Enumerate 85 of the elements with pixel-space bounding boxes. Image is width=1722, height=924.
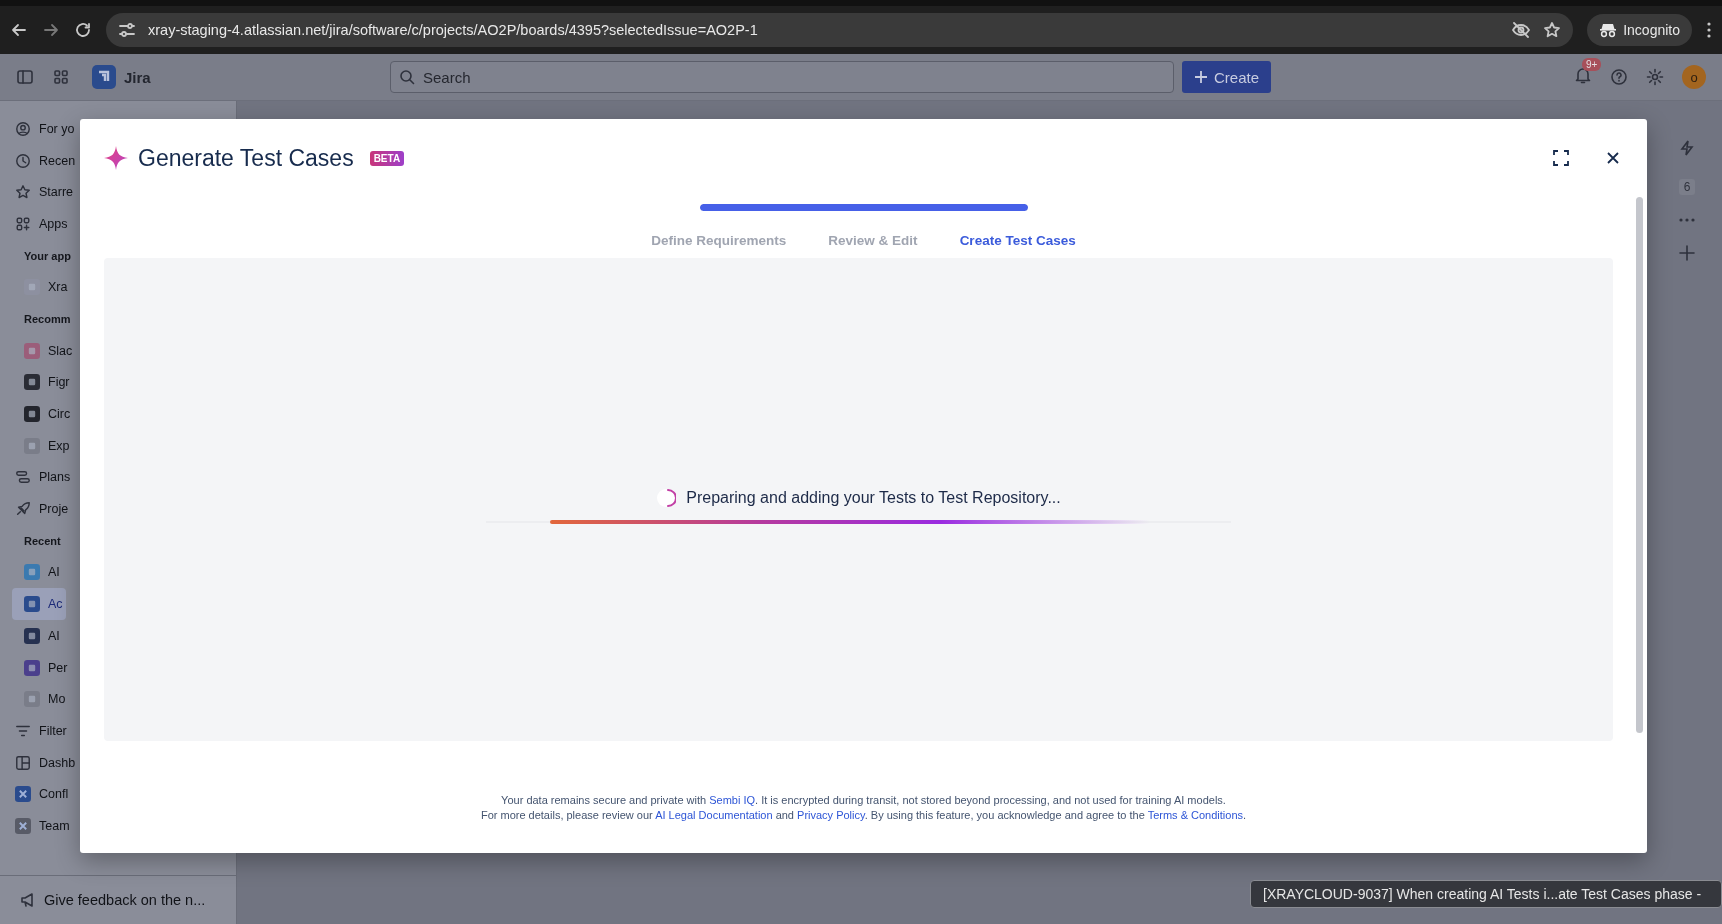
forward-icon[interactable]: [42, 21, 60, 39]
app-logo-icon: [24, 564, 40, 581]
nav-icon: [15, 152, 31, 169]
loading-message: Preparing and adding your Tests to Test Repository...: [686, 488, 1061, 507]
text-link[interactable]: Terms & Conditions: [1147, 809, 1243, 821]
sidebar-toggle-icon[interactable]: [16, 68, 34, 86]
sidebar-item[interactable]: Circ: [12, 398, 74, 430]
sidebar-item[interactable]: AI: [12, 620, 63, 652]
sidebar-item[interactable]: Xra: [12, 271, 71, 304]
bell-icon[interactable]: [1574, 66, 1592, 84]
help-icon[interactable]: [1610, 68, 1628, 86]
spinner-icon: [656, 487, 677, 508]
nav-icon: [15, 120, 31, 137]
privacy-notice: For more details, please review our AI Legal Documentation and Privacy Policy. By using this feature, you acknowledge and agree to the Terms & Conditions.: [479, 808, 1248, 823]
text-link[interactable]: AI Legal Documentation: [655, 809, 773, 821]
lightning-icon[interactable]: [1678, 139, 1696, 157]
plus-icon[interactable]: [1679, 245, 1695, 261]
search-field[interactable]: Search: [390, 61, 1174, 93]
nav-icon: [15, 469, 31, 486]
nav-icon: [15, 501, 31, 518]
star-icon[interactable]: [1543, 21, 1562, 39]
jira-logo-icon[interactable]: [92, 65, 116, 89]
avatar[interactable]: o: [1682, 65, 1706, 89]
nav-icon: [15, 754, 31, 771]
more-icon[interactable]: [1706, 21, 1712, 39]
app-logo-icon: [24, 342, 40, 359]
app-logo-icon: [24, 691, 40, 708]
app-logo-icon: [24, 279, 40, 296]
sidebar-item[interactable]: Figr: [12, 366, 73, 399]
sidebar-item[interactable]: Slac: [12, 334, 76, 367]
tooltip-text: [XRAYCLOUD-9037] When creating AI Tests i...ate Test Cases phase -: [1263, 886, 1702, 902]
sidebar-item[interactable]: Per: [12, 651, 71, 684]
site-settings-icon[interactable]: [118, 22, 136, 38]
privacy-notice: Your data remains secure and private with Sembi IQ. It is encrypted during transit, not stored beyond processing, and not used for training AI models.: [500, 793, 1227, 808]
fullscreen-icon[interactable]: [1553, 150, 1569, 166]
scrollbar[interactable]: [1636, 197, 1643, 733]
feedback-link[interactable]: Give feedback on the n...: [0, 875, 236, 924]
address-bar[interactable]: xray-staging-4.atlassian.net/jira/software/c/projects/AO2P/boards/4395?selectedIssue=AO2P-1: [106, 13, 1574, 47]
sidebar-item[interactable]: Starre: [12, 176, 77, 209]
incognito-icon: [1599, 22, 1618, 38]
sidebar-item[interactable]: Mo: [12, 683, 69, 716]
sidebar-item[interactable]: Apps: [12, 208, 71, 240]
app-logo-icon: [15, 786, 31, 803]
sidebar-item[interactable]: Filter: [12, 715, 70, 747]
sidebar-heading: Recomm: [23, 311, 71, 327]
sidebar-item[interactable]: For yo: [12, 113, 78, 145]
app-switcher-icon[interactable]: [52, 68, 70, 86]
beta-tag: BETA: [369, 150, 405, 166]
sidebar-heading: Recent: [23, 533, 61, 549]
nav-icon: [15, 215, 31, 232]
app-logo-icon: [24, 596, 40, 613]
sparkle-icon: [104, 146, 128, 170]
sidebar-item[interactable]: Recen: [12, 144, 79, 177]
megaphone-icon: [20, 892, 36, 908]
create-button[interactable]: Create: [1182, 61, 1272, 93]
text-link[interactable]: Privacy Policy: [797, 809, 865, 821]
close-icon[interactable]: [1607, 152, 1619, 164]
sidebar-item[interactable]: AI: [12, 556, 63, 589]
nav-icon: [15, 184, 31, 201]
count-badge: 6: [1678, 179, 1696, 195]
sidebar-item[interactable]: Confl: [12, 778, 72, 811]
app-logo-icon: [15, 817, 31, 834]
app-logo-icon: [24, 374, 40, 391]
sidebar-item[interactable]: Ac: [12, 588, 66, 620]
sidebar-item[interactable]: Exp: [12, 429, 73, 462]
incognito-button[interactable]: Incognito: [1587, 14, 1692, 46]
sidebar-item[interactable]: Dashb: [12, 746, 79, 779]
app-logo-icon: [24, 627, 40, 644]
search-icon: [399, 69, 415, 85]
sidebar-item[interactable]: Team: [12, 810, 73, 842]
sidebar-item[interactable]: Plans: [12, 461, 74, 494]
app-logo-icon: [24, 437, 40, 454]
back-icon[interactable]: [10, 21, 28, 39]
app-logo-icon: [24, 406, 40, 423]
eye-slash-icon[interactable]: [1511, 21, 1532, 39]
sidebar-heading: Your app: [23, 248, 71, 264]
reload-icon[interactable]: [74, 21, 92, 39]
plus-icon: [1194, 70, 1208, 84]
app-logo-icon: [24, 659, 40, 676]
modal-title: Generate Test Cases: [138, 144, 354, 172]
step-tab[interactable]: Create Test Cases: [959, 233, 1076, 248]
sidebar-item[interactable]: Proje: [12, 493, 72, 525]
notification-count: 9+: [1582, 58, 1602, 71]
url-text: xray-staging-4.atlassian.net/jira/software/c/projects/AO2P/boards/4395?selectedIssue=AO2P-1: [148, 22, 759, 38]
product-name[interactable]: Jira: [124, 68, 151, 86]
